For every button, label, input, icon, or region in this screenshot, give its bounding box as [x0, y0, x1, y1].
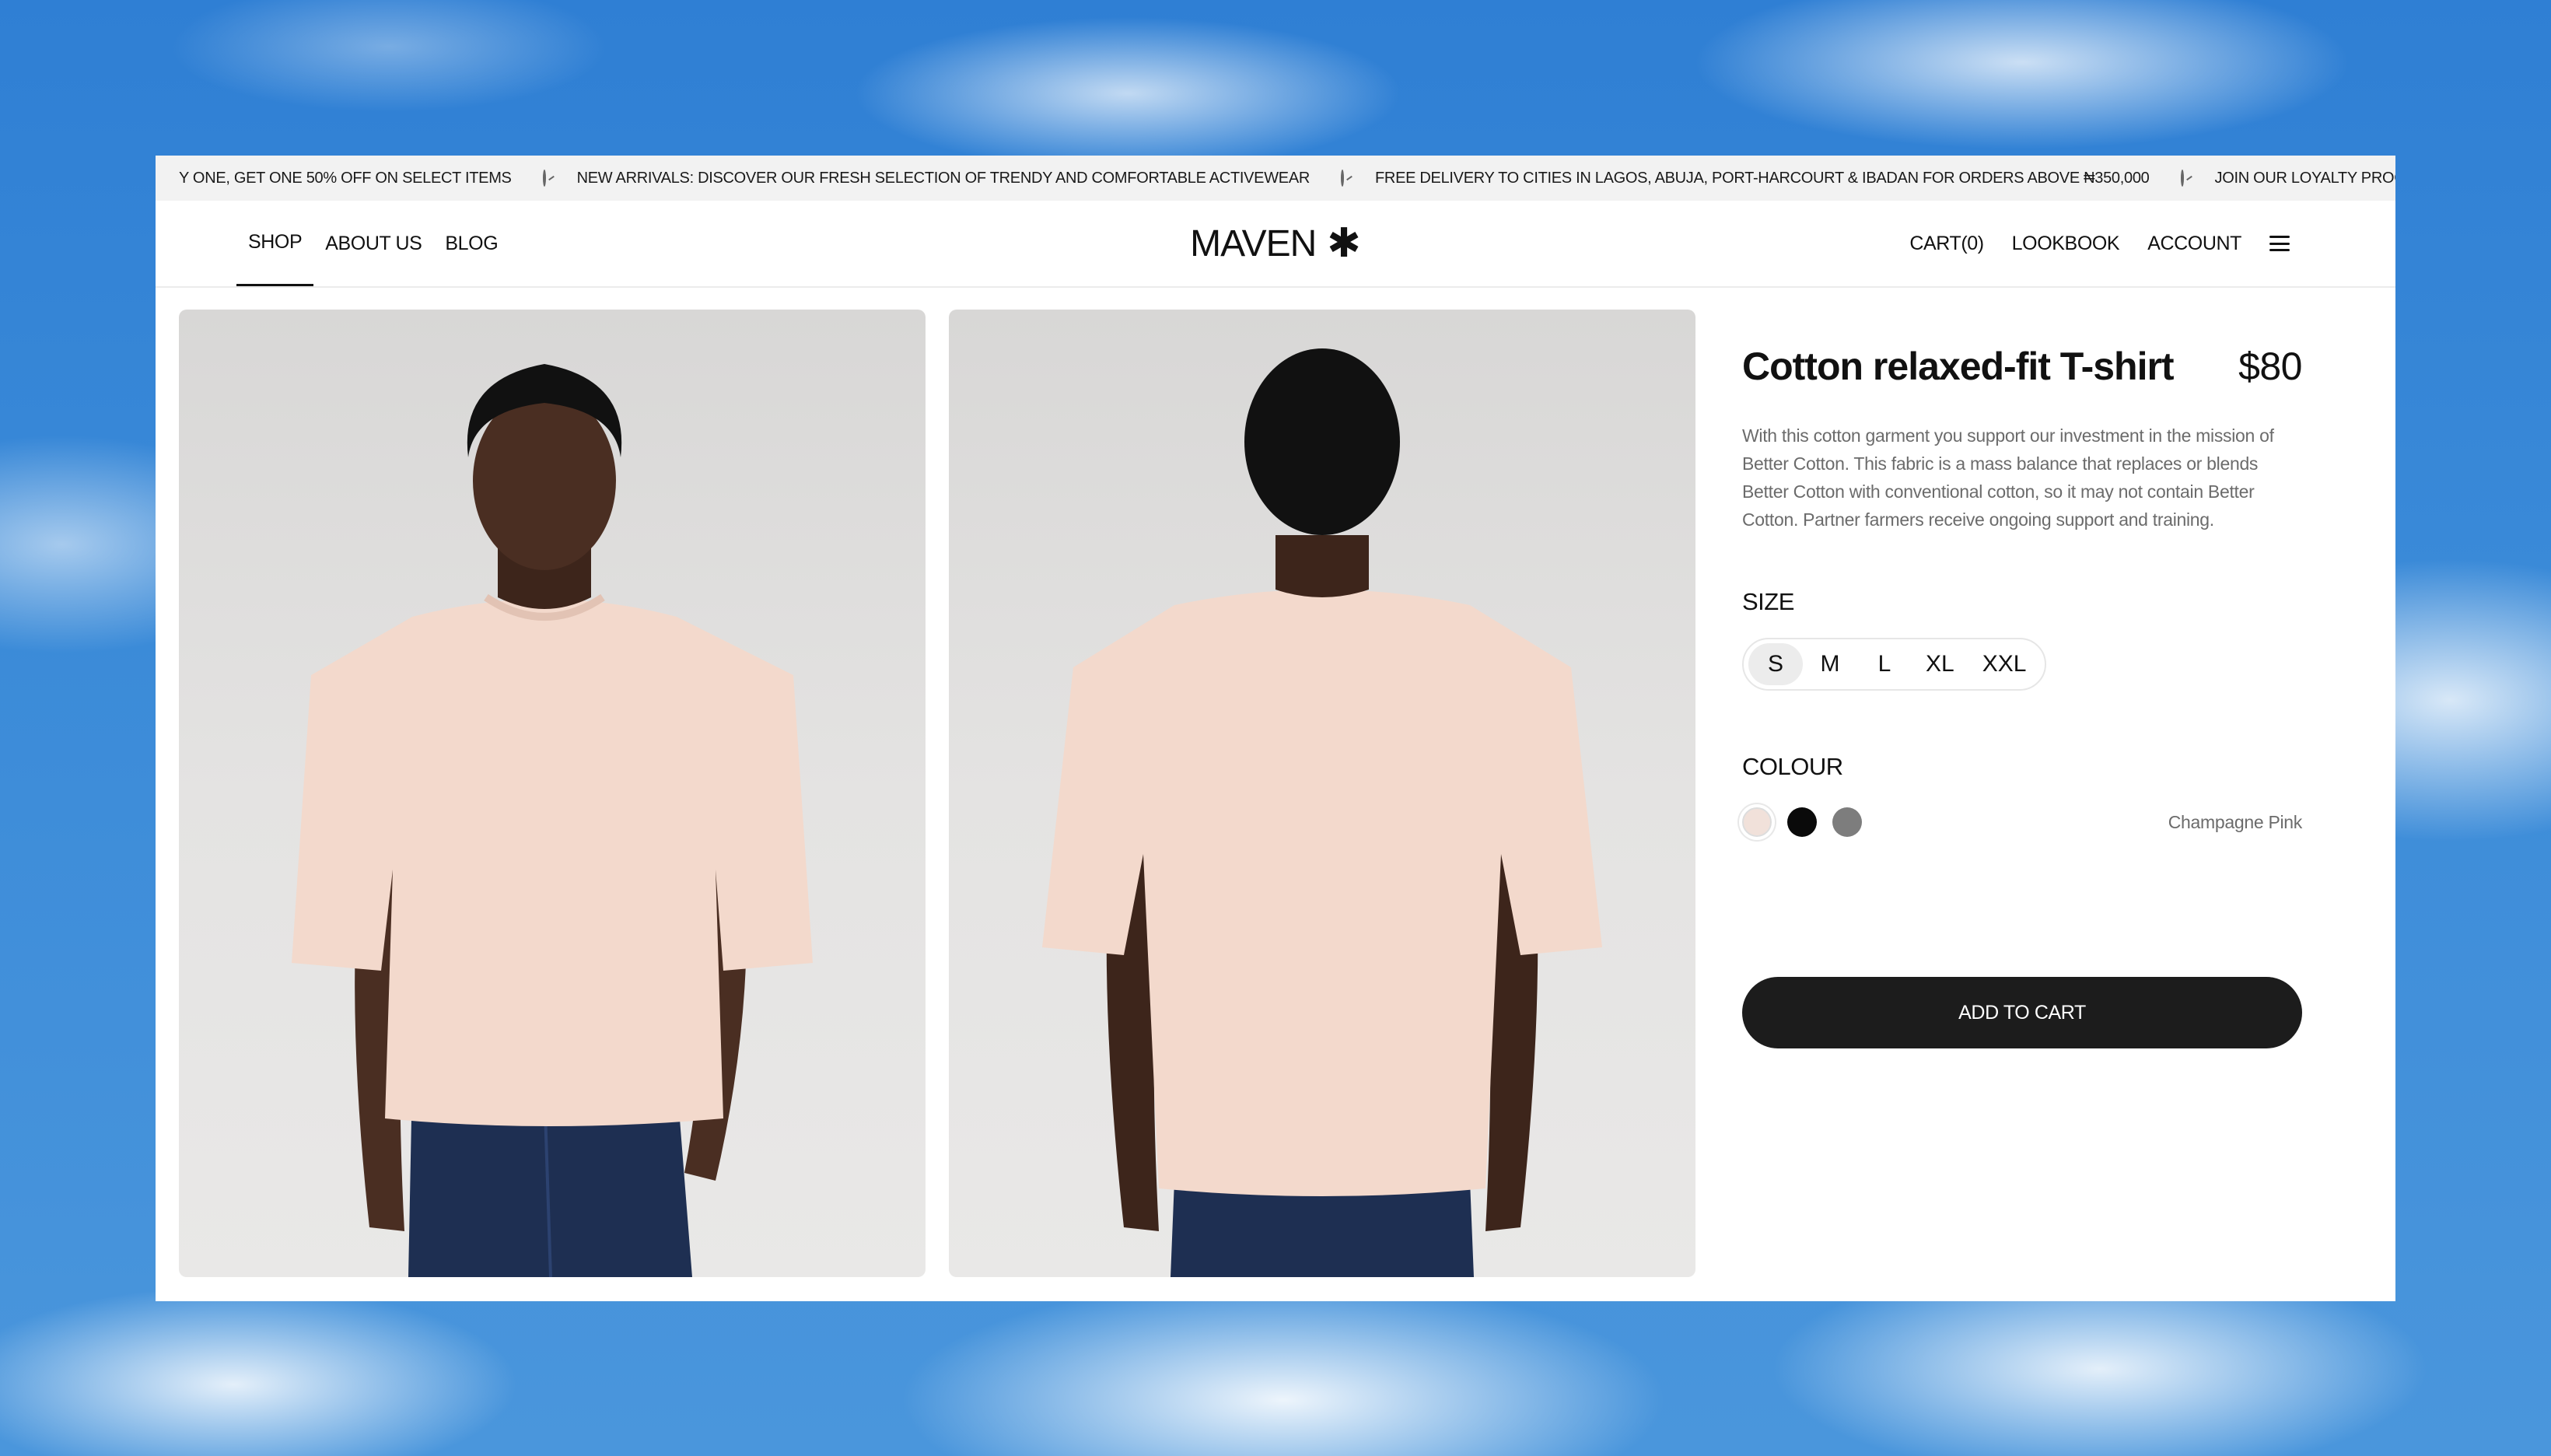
nav-right-links: CART(0) LOOKBOOK ACCOUNT	[1909, 201, 2290, 286]
title-row: Cotton relaxed-fit T-shirt $80	[1742, 344, 2302, 389]
size-option-s[interactable]: S	[1748, 643, 1803, 685]
main-nav: SHOP ABOUT US BLOG MAVEN ✱ CART(0) LOOKB…	[156, 201, 2395, 288]
product-description: With this cotton garment you support our…	[1742, 425, 2274, 530]
brand-name: MAVEN	[1190, 222, 1317, 264]
product-price: $80	[2238, 345, 2302, 388]
percent-badge-icon	[2180, 170, 2184, 187]
nav-lookbook-link[interactable]: LOOKBOOK	[2012, 201, 2120, 286]
announcement-bar: Y ONE, GET ONE 50% OFF ON SELECT ITEMS N…	[156, 156, 2395, 201]
announcement-text: NEW ARRIVALS: DISCOVER OUR FRESH SELECTI…	[576, 169, 1310, 187]
size-option-xl[interactable]: XL	[1912, 643, 1968, 685]
model-front-illustration	[292, 364, 813, 1277]
product-image-back[interactable]	[949, 310, 1695, 1277]
colour-row: Champagne Pink	[1742, 807, 2302, 837]
colour-label: COLOUR	[1742, 753, 1843, 780]
brand-logo[interactable]: MAVEN ✱	[1190, 201, 1361, 286]
colour-swatch-grey[interactable]	[1832, 807, 1862, 837]
size-label: SIZE	[1742, 588, 1794, 615]
product-info-panel: Cotton relaxed-fit T-shirt $80 With this…	[1742, 310, 2302, 1048]
nav-shop-link[interactable]: SHOP	[236, 201, 314, 286]
product-image-front[interactable]	[179, 310, 926, 1277]
size-selector: S M L XL XXL	[1742, 638, 2047, 691]
hamburger-menu-icon[interactable]	[2269, 236, 2290, 251]
selected-colour-name: Champagne Pink	[2168, 811, 2303, 832]
colour-swatches	[1742, 807, 1862, 837]
colour-swatch-black[interactable]	[1787, 807, 1817, 837]
nav-cart-link[interactable]: CART(0)	[1909, 201, 1984, 286]
announcement-text: JOIN OUR LOYALTY PROGRAM AND GET 10% OF	[2214, 169, 2396, 187]
announcement-text: Y ONE, GET ONE 50% OFF ON SELECT ITEMS	[179, 169, 512, 187]
product-title: Cotton relaxed-fit T-shirt	[1742, 345, 2175, 388]
size-option-xxl[interactable]: XXL	[1968, 643, 2041, 685]
nav-account-link[interactable]: ACCOUNT	[2147, 201, 2241, 286]
add-to-cart-button[interactable]: ADD TO CART	[1742, 977, 2302, 1048]
nav-left-links: SHOP ABOUT US BLOG	[236, 201, 509, 286]
announcement-text: FREE DELIVERY TO CITIES IN LAGOS, ABUJA,…	[1375, 169, 2150, 187]
colour-swatch-pink[interactable]	[1742, 807, 1772, 837]
store-window: Y ONE, GET ONE 50% OFF ON SELECT ITEMS N…	[156, 156, 2395, 1301]
model-back-illustration	[1042, 348, 1602, 1277]
nav-blog-link[interactable]: BLOG	[433, 201, 509, 286]
percent-badge-icon	[1341, 170, 1345, 187]
percent-badge-icon	[542, 170, 546, 187]
nav-about-link[interactable]: ABOUT US	[313, 201, 433, 286]
size-option-l[interactable]: L	[1857, 643, 1912, 685]
size-option-m[interactable]: M	[1803, 643, 1857, 685]
asterisk-logo-icon: ✱	[1327, 221, 1361, 266]
